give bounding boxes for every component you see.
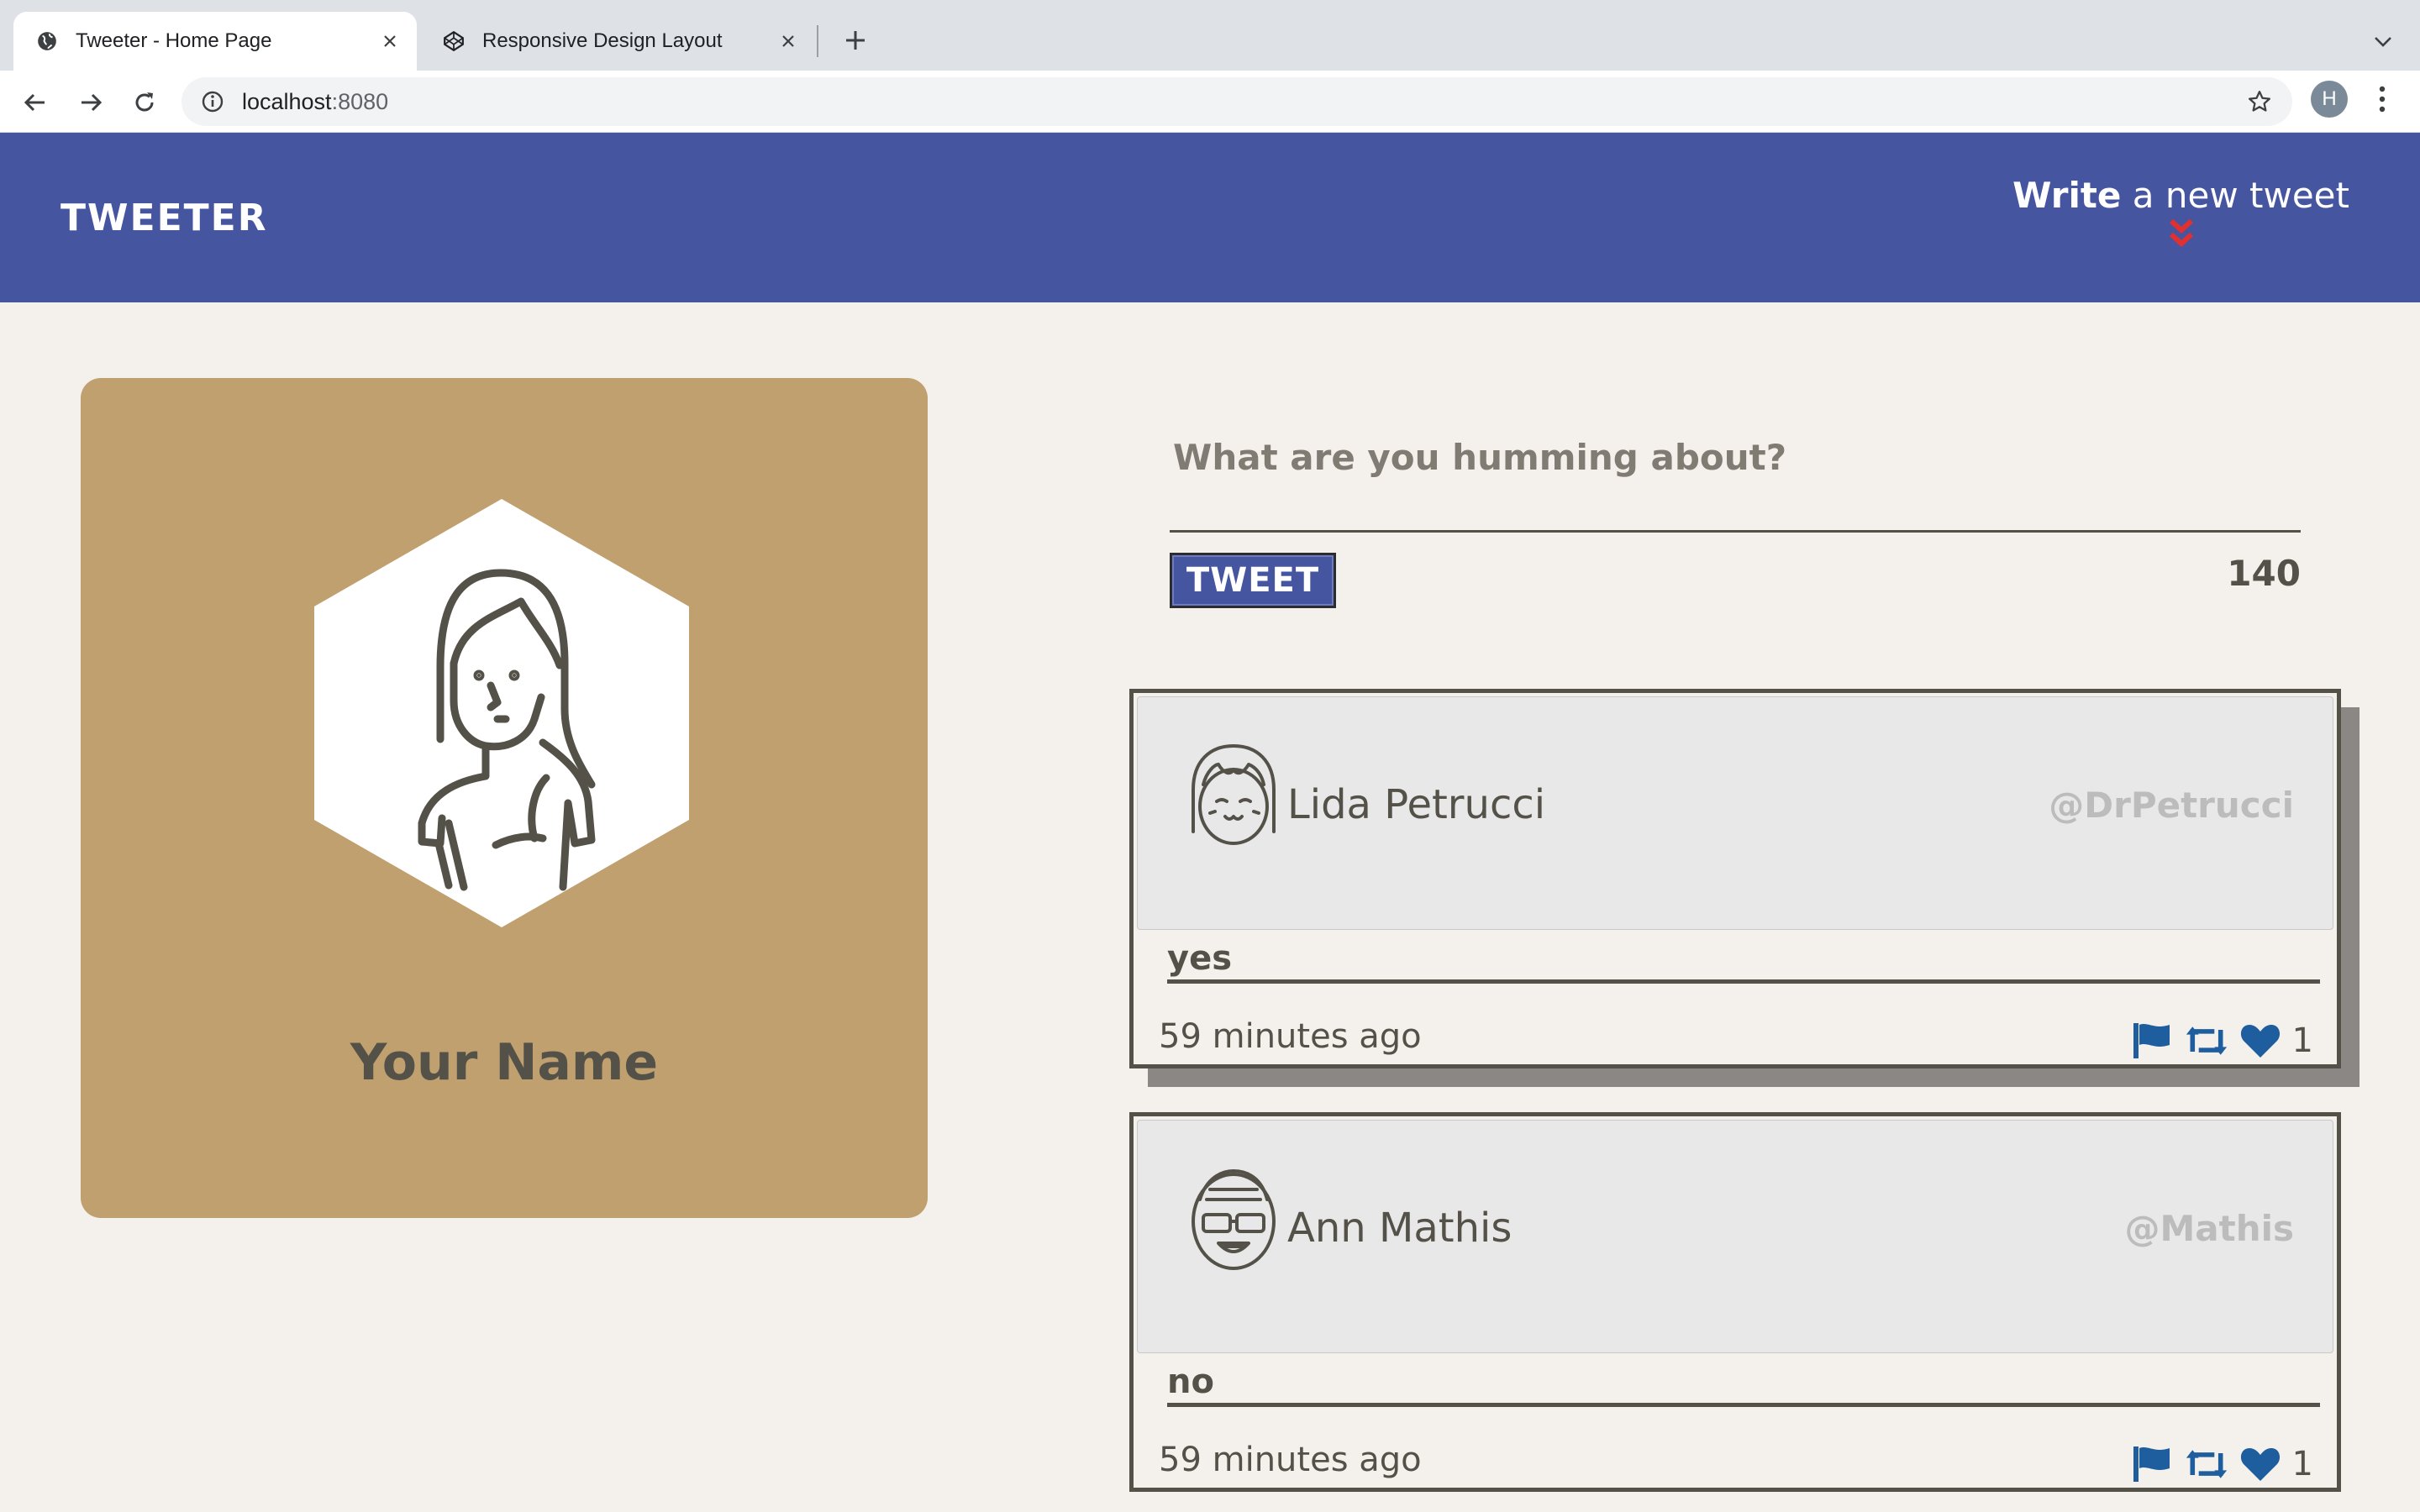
flag-icon[interactable] — [2131, 1444, 2175, 1484]
compose-toggle-strong: Write — [2012, 175, 2122, 216]
tab-responsive-design[interactable]: Responsive Design Layout — [420, 12, 815, 71]
tweet-header: Ann Mathis @Mathis — [1137, 1120, 2333, 1353]
url-text[interactable]: localhost:8080 — [242, 89, 388, 115]
user-avatar — [1192, 744, 1276, 845]
tweet-header: Lida Petrucci @DrPetrucci — [1137, 696, 2333, 930]
tweet-card: Lida Petrucci @DrPetrucci yes 59 minutes… — [1129, 689, 2341, 1068]
tweet-timestamp: 59 minutes ago — [1159, 1017, 1422, 1056]
new-tweet-form: TWEET 140 — [1170, 427, 2301, 608]
write-new-tweet-toggle[interactable]: Write a new tweet — [2012, 175, 2349, 251]
tweet-author-name: Ann Mathis — [1287, 1205, 1512, 1252]
character-counter: 140 — [2227, 553, 2301, 594]
kebab-menu-icon[interactable] — [2368, 82, 2396, 116]
close-icon[interactable] — [771, 24, 805, 58]
tweet-author-handle: @Mathis — [2124, 1208, 2294, 1249]
tweet-author-name: Lida Petrucci — [1287, 781, 1546, 828]
profile-avatar-image — [314, 499, 689, 927]
tweet-text-input[interactable] — [1170, 427, 2301, 533]
tweet-timestamp: 59 minutes ago — [1159, 1441, 1422, 1479]
tweet-author-handle: @DrPetrucci — [2049, 785, 2294, 826]
brand-logo[interactable]: TWEETER — [60, 197, 268, 239]
codepen-icon — [442, 29, 466, 53]
tweet-content: no — [1167, 1360, 2320, 1407]
like-count: 1 — [2291, 1445, 2313, 1483]
url-port: :8080 — [331, 88, 389, 114]
heart-icon[interactable] — [2238, 1021, 2282, 1061]
heart-icon[interactable] — [2238, 1444, 2282, 1484]
tab-separator — [817, 25, 818, 57]
compose-toggle-rest: a new tweet — [2121, 175, 2349, 216]
tweet-card: Ann Mathis @Mathis no 59 minutes ago 1 — [1129, 1112, 2341, 1492]
retweet-icon[interactable] — [2185, 1021, 2228, 1061]
forward-arrow-icon[interactable] — [72, 84, 109, 121]
tweet-submit-button[interactable]: TWEET — [1170, 553, 1336, 608]
tweet-content: yes — [1167, 937, 2320, 984]
profile-card: Your Name — [81, 378, 928, 1218]
like-count: 1 — [2291, 1021, 2313, 1060]
tweet-actions: 1 — [2131, 1444, 2313, 1484]
browser-toolbar: localhost:8080 — [0, 71, 2420, 133]
url-host: localhost — [242, 88, 332, 114]
back-arrow-icon[interactable] — [17, 84, 54, 121]
app-header: TWEETER Write a new tweet — [0, 133, 2420, 302]
plus-icon[interactable] — [837, 22, 874, 59]
reload-icon[interactable] — [126, 84, 163, 121]
close-icon[interactable] — [373, 24, 407, 58]
tab-title: Responsive Design Layout — [482, 29, 723, 52]
address-bar[interactable]: localhost:8080 — [182, 77, 2292, 126]
double-chevron-down-icon — [2169, 218, 2193, 248]
tab-tweeter-home[interactable]: Tweeter - Home Page — [13, 12, 417, 71]
profile-name: Your Name — [350, 1033, 659, 1092]
flag-icon[interactable] — [2131, 1021, 2175, 1061]
profile-avatar[interactable]: H — [2311, 81, 2348, 118]
tab-title: Tweeter - Home Page — [76, 29, 272, 52]
info-icon[interactable] — [200, 89, 225, 114]
user-avatar — [1192, 1169, 1276, 1270]
globe-icon — [35, 29, 59, 53]
retweet-icon[interactable] — [2185, 1444, 2228, 1484]
star-icon[interactable] — [2245, 87, 2274, 116]
chevron-down-icon[interactable] — [2366, 25, 2400, 59]
tweet-actions: 1 — [2131, 1021, 2313, 1061]
browser-tabstrip: Tweeter - Home Page Responsive Design La… — [0, 0, 2420, 71]
